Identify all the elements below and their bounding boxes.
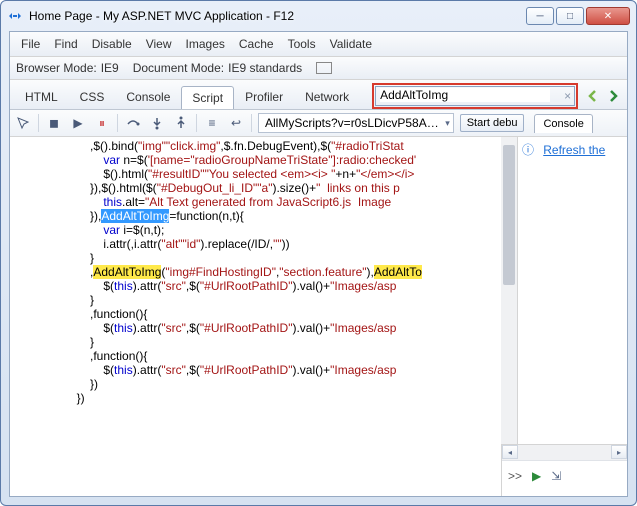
menu-cache[interactable]: Cache [232,34,281,54]
window-title: Home Page - My ASP.NET MVC Application -… [29,9,526,23]
titlebar[interactable]: Home Page - My ASP.NET MVC Application -… [1,1,636,31]
step-into-icon[interactable] [148,114,166,132]
horizontal-scrollbar[interactable]: ◂ ▸ [502,445,627,461]
minimize-button[interactable]: ─ [526,7,554,25]
multiline-toggle-icon[interactable]: ⇲ [551,469,561,483]
script-file-label: AllMyScripts?v=r0sLDicvP58A… [265,116,439,130]
search-next-icon[interactable] [604,87,622,105]
search-input[interactable] [380,88,550,102]
format-icon[interactable]: ≡ [203,114,221,132]
run-script-icon[interactable]: ▶ [532,469,541,483]
body-area: ,$().bind("img""click.img",$.fn.DebugEve… [10,137,627,473]
menu-bar: File Find Disable View Images Cache Tool… [10,32,627,57]
console-pane-tab[interactable]: Console [534,114,592,133]
maximize-button[interactable]: □ [556,7,584,25]
tab-script[interactable]: Script [181,86,234,109]
separator [196,114,197,132]
document-mode-value[interactable]: IE9 standards [228,61,312,75]
mode-icon[interactable] [316,62,332,74]
menu-validate[interactable]: Validate [323,34,379,54]
play-icon[interactable]: ▶ [69,114,87,132]
separator [38,114,39,132]
step-out-icon[interactable] [172,114,190,132]
menu-tools[interactable]: Tools [281,34,323,54]
step-over-icon[interactable] [124,114,142,132]
console-prompt[interactable]: >> [508,469,522,483]
search-prev-icon[interactable] [584,87,602,105]
browser-mode-value[interactable]: IE9 [101,61,129,75]
script-file-dropdown[interactable]: AllMyScripts?v=r0sLDicvP58A… [258,113,454,133]
scroll-right-icon[interactable]: ▸ [611,445,627,459]
search-box: × [375,86,575,106]
tab-css[interactable]: CSS [69,85,116,108]
browser-mode-label: Browser Mode: [16,61,97,75]
separator [251,114,252,132]
close-button[interactable]: ✕ [586,7,630,25]
tab-bar: HTML CSS Console Script Profiler Network… [10,80,627,110]
start-debugging-button[interactable]: Start debu [460,114,525,132]
menu-view[interactable]: View [139,34,179,54]
word-wrap-icon[interactable]: ↩ [227,114,245,132]
stop-icon[interactable]: ◼ [45,114,63,132]
client-area: File Find Disable View Images Cache Tool… [9,31,628,497]
vertical-scrollbar[interactable] [501,137,517,473]
code-editor[interactable]: ,$().bind("img""click.img",$.fn.DebugEve… [10,137,517,473]
menu-images[interactable]: Images [179,34,232,54]
console-controls: >> ▶ ⇲ [502,461,627,491]
menu-file[interactable]: File [14,34,47,54]
tab-html[interactable]: HTML [14,85,69,108]
app-icon [7,8,23,24]
pause-icon[interactable]: ⏸ [93,114,111,132]
clear-search-icon[interactable]: × [564,89,571,103]
document-mode-label: Document Mode: [133,61,224,75]
window-frame: Home Page - My ASP.NET MVC Application -… [0,0,637,506]
separator [117,114,118,132]
tab-profiler[interactable]: Profiler [234,85,294,108]
menu-disable[interactable]: Disable [85,34,139,54]
refresh-link[interactable]: Refresh the [543,143,605,157]
mode-bar: Browser Mode: IE9 Document Mode: IE9 sta… [10,57,627,80]
search-nav [584,87,622,105]
tab-console[interactable]: Console [115,85,181,108]
select-element-icon[interactable] [14,114,32,132]
console-input-area: ◂ ▸ >> ▶ ⇲ [501,444,627,496]
tab-network[interactable]: Network [294,85,360,108]
search-highlight-box: × [372,83,578,109]
window-controls: ─ □ ✕ [526,7,630,25]
scroll-thumb[interactable] [503,145,515,285]
script-toolbar: ◼ ▶ ⏸ ≡ ↩ AllMyScripts?v=r0sLDicvP58A… S… [10,110,627,137]
scroll-left-icon[interactable]: ◂ [502,445,518,459]
console-side-panel: ⓘ Refresh the ◂ ▸ >> ▶ ⇲ [517,137,627,473]
info-icon: ⓘ [522,141,536,158]
menu-find[interactable]: Find [47,34,84,54]
